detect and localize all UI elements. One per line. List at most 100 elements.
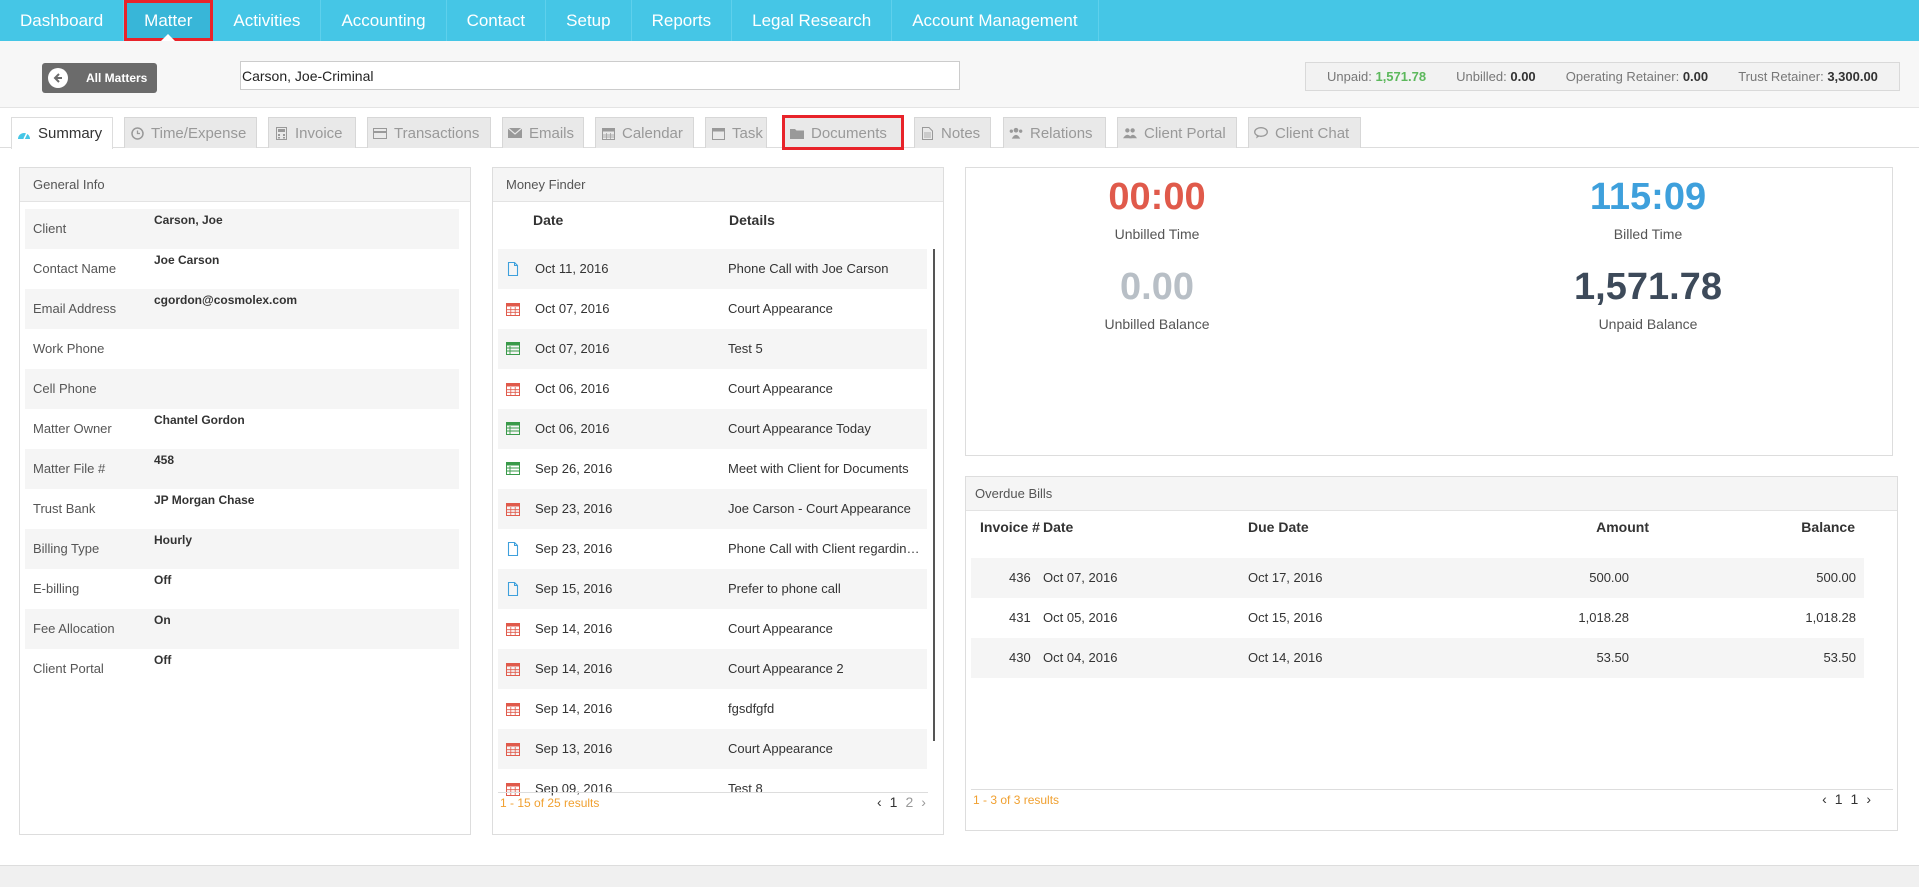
item-date: Sep 13, 2016 bbox=[535, 741, 613, 756]
item-details: Phone Call with Joe Carson bbox=[728, 261, 889, 276]
column-header-balance[interactable]: Balance bbox=[1801, 519, 1855, 535]
users-icon bbox=[1009, 127, 1023, 140]
tab-time-expense[interactable]: Time/Expense bbox=[124, 117, 257, 148]
tab-invoice[interactable]: Invoice bbox=[268, 117, 356, 148]
tab-documents[interactable]: Documents bbox=[782, 115, 904, 150]
item-date: Sep 14, 2016 bbox=[535, 701, 613, 716]
unpaid-balance-value: 1,571.78 bbox=[1574, 266, 1722, 308]
nav-activities[interactable]: Activities bbox=[213, 0, 322, 41]
nav-account-management[interactable]: Account Management bbox=[892, 0, 1099, 41]
calculator-icon bbox=[274, 126, 288, 140]
info-row-cell-phone: Cell Phone bbox=[25, 369, 459, 409]
column-header-date[interactable]: Date bbox=[533, 212, 563, 228]
unbilled-time-value: 00:00 bbox=[1108, 176, 1206, 218]
tab-summary[interactable]: Summary bbox=[11, 117, 113, 149]
nav-matter[interactable]: Matter bbox=[124, 0, 214, 41]
calendar-icon bbox=[506, 622, 520, 636]
column-header-amount[interactable]: Amount bbox=[1596, 519, 1649, 535]
tab-calendar[interactable]: Calendar bbox=[595, 117, 694, 148]
matter-bar: All Matters Unpaid: 1,571.78 Unbilled: 0… bbox=[0, 41, 1919, 108]
back-arrow-icon bbox=[48, 68, 68, 88]
page-2[interactable]: 2 bbox=[905, 794, 913, 810]
nav-setup[interactable]: Setup bbox=[546, 0, 632, 41]
list-item[interactable]: Sep 15, 2016 Prefer to phone call bbox=[498, 569, 927, 609]
dashboard-icon bbox=[17, 127, 31, 140]
unpaid-balance-label: Unpaid Balance bbox=[1598, 316, 1698, 332]
info-row-fee-allocation: Fee Allocation On bbox=[25, 609, 459, 649]
tab-client-portal[interactable]: Client Portal bbox=[1117, 117, 1237, 148]
trust-retainer-value: 3,300.00 bbox=[1827, 69, 1878, 84]
table-row[interactable]: 430 Oct 04, 2016 Oct 14, 2016 53.50 53.5… bbox=[971, 638, 1864, 678]
list-item[interactable]: Oct 07, 2016 Test 5 bbox=[498, 329, 927, 369]
all-matters-label: All Matters bbox=[86, 71, 148, 85]
table-row[interactable]: 431 Oct 05, 2016 Oct 15, 2016 1,018.28 1… bbox=[971, 598, 1864, 638]
tab-relations[interactable]: Relations bbox=[1003, 117, 1106, 148]
operating-retainer-value: 0.00 bbox=[1682, 69, 1709, 84]
item-details: Court Appearance 2 bbox=[728, 661, 844, 676]
nav-reports[interactable]: Reports bbox=[632, 0, 733, 41]
operating-retainer-label: Operating Retainer: bbox=[1565, 69, 1680, 84]
list-item[interactable]: Oct 06, 2016 Court Appearance bbox=[498, 369, 927, 409]
tab-task[interactable]: Task bbox=[705, 117, 767, 148]
list-item[interactable]: Sep 14, 2016 Court Appearance 2 bbox=[498, 649, 927, 689]
clock-icon bbox=[130, 126, 144, 140]
item-date: Sep 15, 2016 bbox=[535, 581, 613, 596]
money-finder-panel: Money Finder Date Details Oct 11, 2016 Ph… bbox=[492, 167, 944, 835]
column-header-invoice[interactable]: Invoice # bbox=[980, 519, 1040, 535]
list-item[interactable]: Oct 07, 2016 Court Appearance bbox=[498, 289, 927, 329]
nav-legal-research[interactable]: Legal Research bbox=[732, 0, 893, 41]
column-header-due-date[interactable]: Due Date bbox=[1248, 519, 1309, 535]
unbilled-value: 0.00 bbox=[1510, 69, 1536, 84]
money-finder-list: Oct 11, 2016 Phone Call with Joe Carson Oc… bbox=[493, 248, 943, 799]
chevron-right-icon[interactable]: › bbox=[1866, 791, 1871, 807]
page-1[interactable]: 1 bbox=[890, 794, 898, 810]
time-balance-panel: 00:00 Unbilled Time 115:09 Billed Time 0… bbox=[965, 167, 1893, 456]
list-item[interactable]: Oct 06, 2016 Court Appearance Today bbox=[498, 409, 927, 449]
item-details: Meet with Client for Documents bbox=[728, 461, 909, 476]
list-item[interactable]: Sep 26, 2016 Meet with Client for Documen… bbox=[498, 449, 927, 489]
tab-notes[interactable]: Notes bbox=[914, 117, 991, 148]
info-row-client: Client Carson, Joe bbox=[25, 209, 459, 249]
nav-dashboard[interactable]: Dashboard bbox=[0, 0, 125, 41]
list-item[interactable]: Sep 14, 2016 Court Appearance bbox=[498, 609, 927, 649]
list-item[interactable]: Sep 09, 2016 Test 8 bbox=[498, 769, 927, 799]
unbilled-label: Unbilled: bbox=[1456, 69, 1507, 84]
unbilled-balance-value: 0.00 bbox=[1120, 266, 1194, 308]
billed-time-label: Billed Time bbox=[1613, 226, 1683, 242]
matter-search-input[interactable] bbox=[240, 61, 960, 90]
list-item[interactable]: Sep 23, 2016 Phone Call with Client regar… bbox=[498, 529, 927, 569]
note-icon bbox=[920, 126, 934, 140]
all-matters-button[interactable]: All Matters bbox=[42, 63, 157, 93]
chevron-right-icon[interactable]: › bbox=[921, 794, 926, 810]
tab-transactions[interactable]: Transactions bbox=[367, 117, 491, 148]
document-icon bbox=[506, 541, 520, 557]
nav-contact[interactable]: Contact bbox=[447, 0, 547, 41]
page-total[interactable]: 1 bbox=[1851, 791, 1859, 807]
chevron-left-icon[interactable]: ‹ bbox=[877, 794, 882, 810]
trust-retainer-label: Trust Retainer: bbox=[1738, 69, 1824, 84]
chevron-left-icon[interactable]: ‹ bbox=[1822, 791, 1827, 807]
unbilled-balance-label: Unbilled Balance bbox=[1104, 316, 1210, 332]
item-details: Test 5 bbox=[728, 341, 763, 356]
info-row-matter-owner: Matter Owner Chantel Gordon bbox=[33, 413, 245, 436]
scrollbar[interactable] bbox=[933, 249, 935, 741]
item-date: Sep 14, 2016 bbox=[535, 621, 613, 636]
tab-emails[interactable]: Emails bbox=[502, 117, 584, 148]
item-date: Sep 14, 2016 bbox=[535, 661, 613, 676]
info-row-email: Email Address cgordon@cosmolex.com bbox=[25, 289, 459, 329]
list-item[interactable]: Oct 11, 2016 Phone Call with Joe Carson bbox=[498, 249, 927, 289]
table-row[interactable]: 436 Oct 07, 2016 Oct 17, 2016 500.00 500… bbox=[971, 558, 1864, 598]
item-details: fgsdfgfd bbox=[728, 701, 775, 716]
item-date: Sep 23, 2016 bbox=[535, 501, 613, 516]
list-item[interactable]: Sep 14, 2016 fgsdfgfd bbox=[498, 689, 927, 729]
nav-accounting[interactable]: Accounting bbox=[321, 0, 447, 41]
item-date: Sep 26, 2016 bbox=[535, 461, 613, 476]
list-item[interactable]: Sep 13, 2016 Court Appearance bbox=[498, 729, 927, 769]
list-item[interactable]: Sep 23, 2016 Joe Carson - Court Appearanc… bbox=[498, 489, 927, 529]
column-header-date[interactable]: Date bbox=[1043, 519, 1073, 535]
column-header-details[interactable]: Details bbox=[729, 212, 775, 228]
page-current[interactable]: 1 bbox=[1835, 791, 1843, 807]
credit-card-icon bbox=[373, 127, 387, 140]
calendar-icon bbox=[506, 302, 520, 316]
tab-client-chat[interactable]: Client Chat bbox=[1248, 117, 1361, 148]
